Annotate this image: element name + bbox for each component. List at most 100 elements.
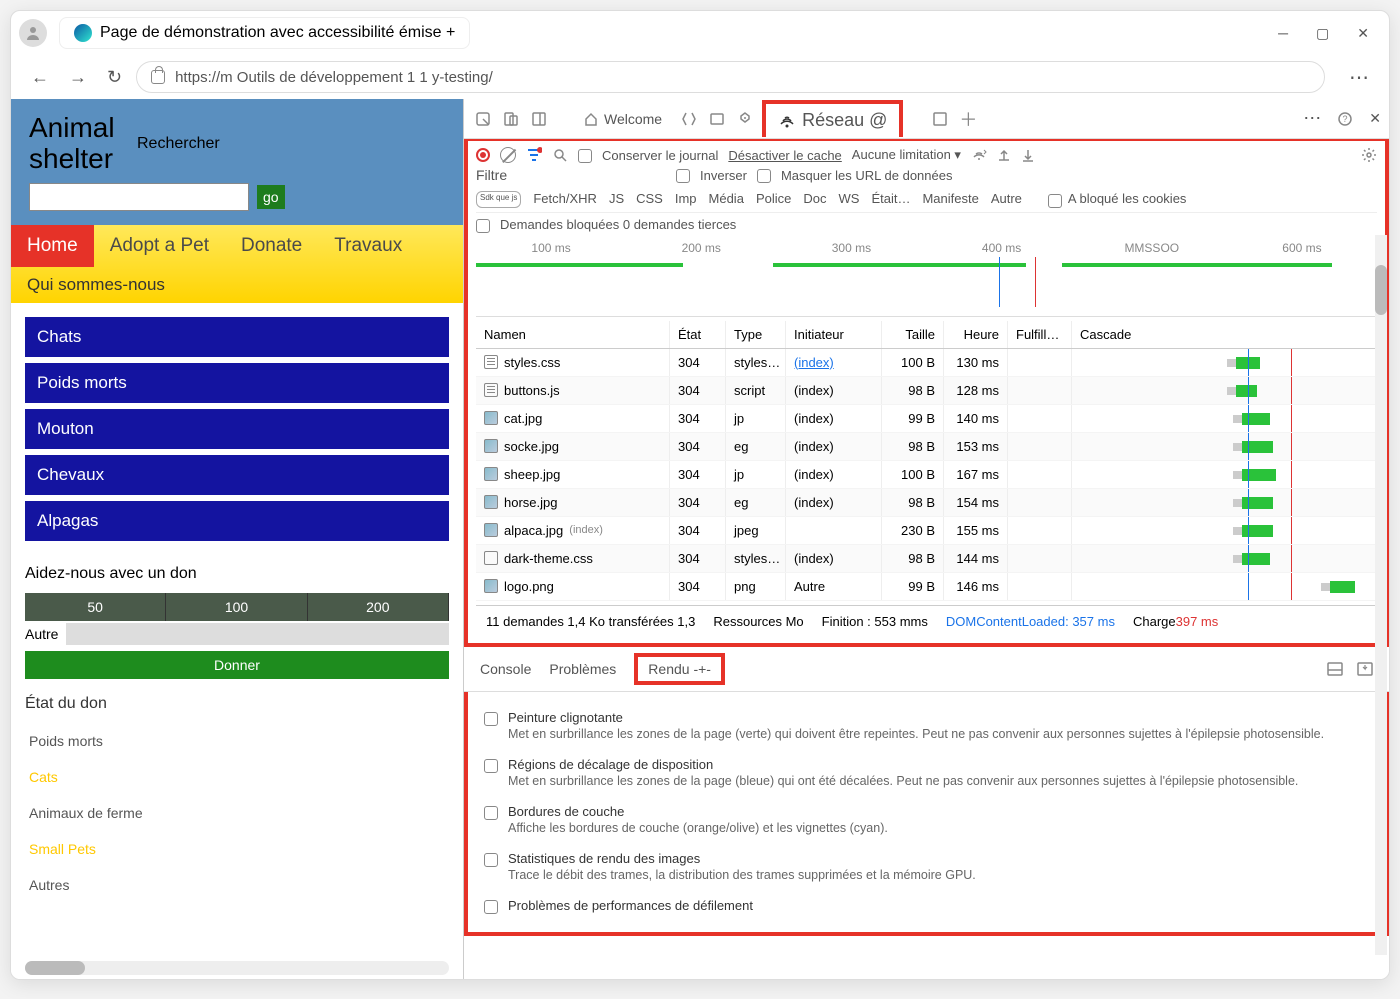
drawer-dock-icon[interactable]	[1327, 662, 1343, 676]
drawer-tab-problems[interactable]: Problèmes	[549, 657, 616, 681]
render-checkbox[interactable]	[484, 853, 498, 867]
tab-elements-icon[interactable]	[678, 108, 700, 130]
download-icon[interactable]	[1021, 148, 1035, 162]
settings-icon[interactable]	[1361, 147, 1377, 163]
drawer-tab-rendering[interactable]: Rendu -+-	[634, 653, 725, 685]
filter-tab[interactable]: CSS	[636, 191, 663, 208]
filter-tab[interactable]: Imp	[675, 191, 697, 208]
col-time[interactable]: Heure	[944, 321, 1008, 348]
status-item[interactable]: Cats	[25, 759, 449, 795]
network-row[interactable]: buttons.js304script(index)98 B128 ms	[476, 377, 1377, 405]
donate-button[interactable]: Donner	[25, 651, 449, 679]
category-item[interactable]: Chats	[25, 317, 449, 357]
minimize-button[interactable]: ─	[1278, 25, 1288, 42]
render-option[interactable]: Statistiques de rendu des imagesTrace le…	[484, 843, 1369, 890]
network-row[interactable]: cat.jpg304jp(index)99 B140 ms	[476, 405, 1377, 433]
throttle-dropdown[interactable]: Aucune limitation ▾	[852, 147, 961, 163]
category-item[interactable]: Poids morts	[25, 363, 449, 403]
vertical-scrollbar[interactable]	[1375, 235, 1387, 955]
maximize-button[interactable]: ▢	[1316, 25, 1329, 42]
render-checkbox[interactable]	[484, 759, 498, 773]
upload-icon[interactable]	[997, 148, 1011, 162]
all-pill[interactable]: Sdk que js	[476, 191, 521, 208]
nav-item-home[interactable]: Home	[11, 225, 94, 267]
col-fulfilled[interactable]: Fulfill…	[1008, 321, 1072, 348]
filter-tab[interactable]: Autre	[991, 191, 1022, 208]
inspect-icon[interactable]	[472, 108, 494, 130]
donate-amount[interactable]: 200	[308, 593, 449, 621]
blocked-requests-checkbox[interactable]	[476, 219, 490, 233]
invert-checkbox[interactable]	[676, 169, 690, 183]
nav-item-adopt-a-pet[interactable]: Adopt a Pet	[94, 225, 225, 267]
clear-button[interactable]	[500, 147, 516, 163]
back-button[interactable]: ←	[31, 67, 49, 88]
tab-app-icon[interactable]	[929, 108, 951, 130]
render-checkbox[interactable]	[484, 712, 498, 726]
filter-tab[interactable]: Manifeste	[922, 191, 978, 208]
url-field[interactable]: https://m Outils de développement 1 1 y-…	[136, 61, 1325, 93]
category-item[interactable]: Alpagas	[25, 501, 449, 541]
filter-tab[interactable]: Doc	[803, 191, 826, 208]
col-size[interactable]: Taille	[882, 321, 944, 348]
other-amount-input[interactable]	[66, 623, 449, 645]
device-toggle-icon[interactable]	[500, 108, 522, 130]
horizontal-scrollbar[interactable]	[25, 961, 449, 975]
network-row[interactable]: logo.png304pngAutre99 B146 ms	[476, 573, 1377, 601]
render-checkbox[interactable]	[484, 806, 498, 820]
col-initiator[interactable]: Initiateur	[786, 321, 882, 348]
render-option[interactable]: Peinture clignotanteMet en surbrillance …	[484, 702, 1369, 749]
col-status[interactable]: État	[670, 321, 726, 348]
filter-tab[interactable]: Était…	[871, 191, 910, 208]
profile-icon[interactable]	[19, 19, 47, 47]
record-button[interactable]	[476, 148, 490, 162]
status-item[interactable]: Animaux de ferme	[25, 795, 449, 831]
filter-tab[interactable]: JS	[609, 191, 624, 208]
category-item[interactable]: Mouton	[25, 409, 449, 449]
help-button[interactable]: ?	[1337, 111, 1353, 127]
network-row[interactable]: styles.css304styles…(index)100 B130 ms	[476, 349, 1377, 377]
status-item[interactable]: Small Pets	[25, 831, 449, 867]
reload-button[interactable]: ↻	[107, 67, 122, 88]
blocked-cookies-checkbox[interactable]	[1048, 194, 1062, 208]
close-window-button[interactable]: ✕	[1357, 25, 1369, 42]
disable-cache-label[interactable]: Désactiver le cache	[728, 148, 841, 163]
search-input[interactable]	[29, 183, 249, 211]
nav-item-travaux[interactable]: Travaux	[318, 225, 418, 267]
filter-input[interactable]: Filtre	[476, 167, 666, 183]
render-checkbox[interactable]	[484, 900, 498, 914]
close-devtools-button[interactable]: ✕	[1369, 110, 1381, 127]
donate-amount[interactable]: 100	[166, 593, 307, 621]
col-waterfall[interactable]: Cascade	[1072, 321, 1377, 348]
drawer-expand-icon[interactable]	[1357, 662, 1373, 676]
browser-tab[interactable]: Page de démonstration avec accessibilité…	[59, 17, 470, 49]
tab-welcome[interactable]: Welcome	[574, 103, 672, 135]
qui-sommes-nous[interactable]: Qui sommes-nous	[11, 267, 463, 303]
network-row[interactable]: socke.jpg304eg(index)98 B153 ms	[476, 433, 1377, 461]
forward-button[interactable]: →	[69, 67, 87, 88]
render-option[interactable]: Problèmes de performances de défilement	[484, 890, 1369, 922]
wifi-icon[interactable]	[971, 147, 987, 163]
render-option[interactable]: Bordures de coucheAffiche les bordures d…	[484, 796, 1369, 843]
filter-tab[interactable]: Police	[756, 191, 791, 208]
status-item[interactable]: Autres	[25, 867, 449, 903]
category-item[interactable]: Chevaux	[25, 455, 449, 495]
network-row[interactable]: alpaca.jpg(index)304jpeg230 B155 ms	[476, 517, 1377, 545]
more-button[interactable]: ⋯	[1339, 65, 1379, 90]
donate-amount[interactable]: 50	[25, 593, 166, 621]
hide-data-urls-checkbox[interactable]	[757, 169, 771, 183]
new-tab-button[interactable]: ＋	[957, 108, 979, 130]
filter-tab[interactable]: WS	[838, 191, 859, 208]
preserve-log-checkbox[interactable]	[578, 149, 592, 163]
status-item[interactable]: Poids morts	[25, 723, 449, 759]
col-name[interactable]: Namen	[476, 321, 670, 348]
more-tools-button[interactable]: ⋯	[1303, 108, 1321, 129]
network-timeline[interactable]: 100 ms200 ms300 ms400 msMMSSOO600 ms	[476, 237, 1377, 317]
filter-tab[interactable]: Média	[709, 191, 744, 208]
tab-console-icon[interactable]	[706, 108, 728, 130]
network-row[interactable]: horse.jpg304eg(index)98 B154 ms	[476, 489, 1377, 517]
tab-sources-icon[interactable]	[734, 108, 756, 130]
dock-icon[interactable]	[528, 108, 550, 130]
nav-item-donate[interactable]: Donate	[225, 225, 318, 267]
tab-network[interactable]: Réseau @	[762, 100, 903, 137]
render-option[interactable]: Régions de décalage de dispositionMet en…	[484, 749, 1369, 796]
